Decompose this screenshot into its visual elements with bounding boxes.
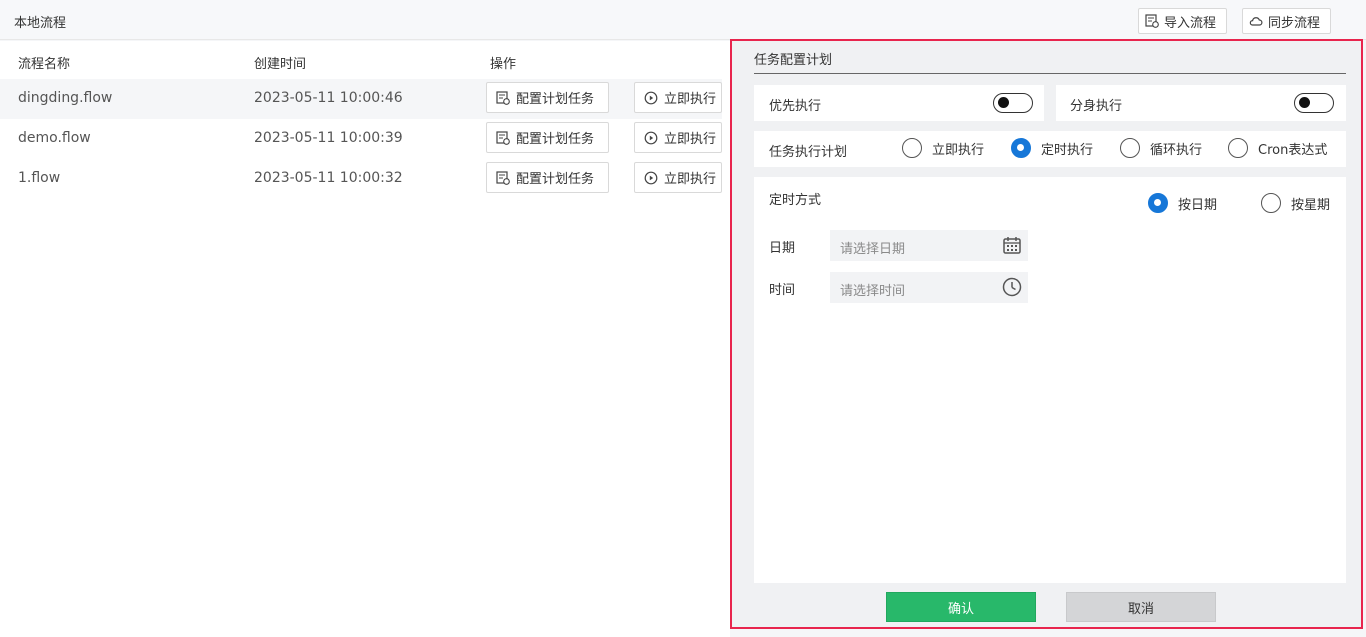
run-now-label: 立即执行 [664, 172, 717, 187]
clock-icon [1002, 277, 1022, 297]
date-label: 日期 [769, 241, 796, 256]
column-header-created: 创建时间 [254, 57, 307, 72]
priority-toggle[interactable] [993, 93, 1033, 113]
schedule-icon [496, 90, 510, 105]
sync-flow-button[interactable]: 同步流程 [1242, 8, 1331, 34]
schedule-icon [496, 170, 510, 185]
radio-circle [1011, 138, 1031, 158]
column-header-actions: 操作 [490, 57, 517, 72]
configure-schedule-button[interactable]: 配置计划任务 [486, 162, 609, 193]
timing-option-by-date[interactable]: 按日期 [1148, 193, 1217, 213]
table-row[interactable]: 1.flow 2023-05-11 10:00:32 配置计划任务 立即执行 [0, 159, 722, 199]
run-now-button[interactable]: 立即执行 [634, 122, 722, 153]
timing-option-label: 按日期 [1178, 197, 1218, 213]
radio-circle [1228, 138, 1248, 158]
import-flow-label: 导入流程 [1164, 15, 1217, 31]
priority-card: 优先执行 [754, 85, 1044, 121]
plan-option-label: Cron表达式 [1258, 142, 1328, 158]
configure-schedule-label: 配置计划任务 [516, 92, 595, 107]
cancel-button[interactable]: 取消 [1066, 592, 1216, 622]
cloud-icon [1249, 14, 1263, 28]
play-clock-icon [644, 171, 658, 185]
configure-schedule-button[interactable]: 配置计划任务 [486, 82, 609, 113]
toggle-knob [1299, 97, 1310, 108]
table-header: 流程名称 创建时间 操作 [0, 41, 730, 79]
date-placeholder: 请选择日期 [840, 242, 906, 257]
calendar-icon [1002, 235, 1022, 255]
plan-label: 任务执行计划 [769, 145, 848, 160]
page-title: 本地流程 [14, 16, 67, 31]
plan-option-loop[interactable]: 循环执行 [1120, 138, 1202, 158]
timing-card: 定时方式 按日期 按星期 日期 请选择日期 时间 请选择时间 [754, 177, 1346, 583]
play-clock-icon [644, 131, 658, 145]
clone-toggle[interactable] [1294, 93, 1334, 113]
import-flow-button[interactable]: 导入流程 [1138, 8, 1227, 34]
flow-name: 1.flow [18, 170, 61, 186]
run-now-label: 立即执行 [664, 92, 717, 107]
time-picker-input[interactable]: 请选择时间 [830, 272, 1028, 303]
configure-schedule-label: 配置计划任务 [516, 172, 595, 187]
timing-label: 定时方式 [769, 193, 822, 208]
timing-option-label: 按星期 [1291, 197, 1331, 213]
play-clock-icon [644, 91, 658, 105]
time-label: 时间 [769, 283, 796, 298]
radio-circle [1120, 138, 1140, 158]
plan-option-cron[interactable]: Cron表达式 [1228, 138, 1327, 158]
plan-card: 任务执行计划 立即执行 定时执行 循环执行 Cron表达式 [754, 131, 1346, 167]
radio-circle [1261, 193, 1281, 213]
plan-option-label: 循环执行 [1150, 142, 1203, 158]
priority-label: 优先执行 [769, 99, 822, 114]
confirm-button[interactable]: 确认 [886, 592, 1036, 622]
table-row[interactable]: dingding.flow 2023-05-11 10:00:46 配置计划任务… [0, 79, 722, 119]
plan-option-label: 立即执行 [932, 142, 985, 158]
date-picker-input[interactable]: 请选择日期 [830, 230, 1028, 261]
plan-option-immediate[interactable]: 立即执行 [902, 138, 984, 158]
import-icon [1145, 14, 1159, 28]
plan-option-label: 定时执行 [1041, 142, 1094, 158]
schedule-icon [496, 130, 510, 145]
flow-name: dingding.flow [18, 90, 113, 106]
configure-schedule-button[interactable]: 配置计划任务 [486, 122, 609, 153]
run-now-button[interactable]: 立即执行 [634, 162, 722, 193]
table-row[interactable]: demo.flow 2023-05-11 10:00:39 配置计划任务 立即执… [0, 119, 722, 159]
flow-list: 流程名称 创建时间 操作 dingding.flow 2023-05-11 10… [0, 41, 730, 637]
radio-circle [902, 138, 922, 158]
run-now-label: 立即执行 [664, 132, 717, 147]
flow-name: demo.flow [18, 130, 91, 146]
flow-created-time: 2023-05-11 10:00:32 [254, 170, 403, 186]
configure-schedule-label: 配置计划任务 [516, 132, 595, 147]
time-placeholder: 请选择时间 [840, 284, 906, 299]
column-header-name: 流程名称 [18, 57, 71, 72]
radio-circle [1148, 193, 1168, 213]
panel-divider [754, 73, 1346, 74]
panel-title: 任务配置计划 [754, 53, 833, 68]
flow-created-time: 2023-05-11 10:00:46 [254, 90, 403, 106]
timing-option-by-week[interactable]: 按星期 [1261, 193, 1330, 213]
schedule-config-panel: 任务配置计划 优先执行 分身执行 任务执行计划 立即执行 定时执行 循环执行 C… [730, 39, 1363, 629]
run-now-button[interactable]: 立即执行 [634, 82, 722, 113]
clone-label: 分身执行 [1070, 99, 1123, 114]
clone-card: 分身执行 [1056, 85, 1346, 121]
flow-created-time: 2023-05-11 10:00:39 [254, 130, 403, 146]
top-bar: 本地流程 导入流程 同步流程 [0, 0, 1366, 40]
sync-flow-label: 同步流程 [1268, 15, 1321, 31]
toggle-knob [998, 97, 1009, 108]
plan-option-scheduled[interactable]: 定时执行 [1011, 138, 1093, 158]
